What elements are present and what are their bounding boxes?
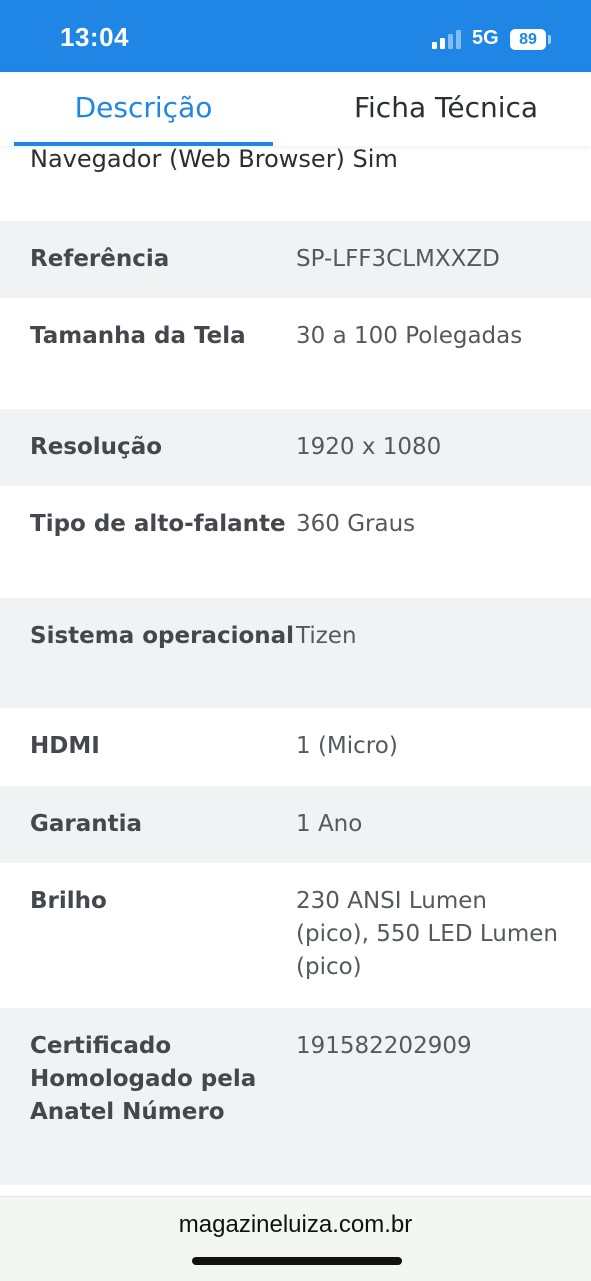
spec-row-partial-text: Navegador (Web Browser) Sim — [30, 145, 398, 173]
spec-row-resolucao: Resolução 1920 x 1080 — [0, 409, 591, 486]
battery-tip — [548, 35, 551, 44]
tab-bar: Descrição Ficha Técnica — [0, 72, 591, 146]
spec-value: 1 Ano — [296, 811, 363, 837]
spec-value: 1920 x 1080 — [296, 434, 442, 460]
spec-row-tamanho-tela: Tamanha da Tela 30 a 100 Polegadas — [0, 298, 591, 409]
spec-label: Referência — [30, 246, 170, 272]
battery-icon: 89 — [510, 29, 546, 50]
spec-row-referencia: Referência SP-LFF3CLMXXZD — [0, 221, 591, 298]
cellular-signal-icon — [432, 29, 464, 49]
spec-label: Brilho — [30, 888, 107, 914]
spec-row-alto-falante: Tipo de alto-falante 360 Graus — [0, 486, 591, 598]
spec-label: Certificado Homologado pela Anatel Númer… — [30, 1033, 257, 1125]
spec-value: SP-LFF3CLMXXZD — [296, 246, 500, 272]
spec-row-garantia: Garantia 1 Ano — [0, 786, 591, 863]
spec-value: 191582202909 — [296, 1033, 472, 1059]
browser-address-bar[interactable]: magazineluiza.com.br — [0, 1196, 591, 1281]
status-bar: 13:04 5G 89 — [0, 0, 591, 72]
spec-label: HDMI — [30, 733, 100, 759]
tab-ficha-tecnica[interactable]: Ficha Técnica — [300, 72, 591, 146]
spec-label: Tamanha da Tela — [30, 323, 246, 349]
spec-label: Garantia — [30, 811, 143, 837]
network-type: 5G — [472, 27, 499, 49]
tab-descricao[interactable]: Descrição — [14, 72, 273, 146]
spec-label: Tipo de alto-falante — [30, 511, 286, 537]
spec-row-brilho: Brilho 230 ANSI Lumen (pico), 550 LED Lu… — [0, 863, 591, 1008]
active-tab-indicator — [14, 142, 273, 146]
spec-row-anatel: Certificado Homologado pela Anatel Númer… — [0, 1008, 591, 1185]
spec-table: Navegador (Web Browser) Sim Referência S… — [0, 146, 591, 1185]
spec-value: 360 Graus — [296, 511, 416, 537]
home-indicator[interactable] — [192, 1257, 402, 1265]
spec-value: 230 ANSI Lumen (pico), 550 LED Lumen (pi… — [296, 888, 558, 980]
spec-row-sistema-operacional: Sistema operacional Tizen — [0, 598, 591, 708]
spec-row-hdmi: HDMI 1 (Micro) — [0, 708, 591, 786]
spec-label: Sistema operacional — [30, 623, 295, 649]
spec-label: Resolução — [30, 434, 163, 460]
spec-row-partial: Navegador (Web Browser) Sim — [0, 146, 591, 221]
url-text[interactable]: magazineluiza.com.br — [0, 1211, 591, 1239]
spec-value: 30 a 100 Polegadas — [296, 323, 523, 349]
status-time: 13:04 — [60, 22, 129, 52]
spec-value: 1 (Micro) — [296, 733, 398, 759]
spec-value: Tizen — [296, 623, 357, 649]
